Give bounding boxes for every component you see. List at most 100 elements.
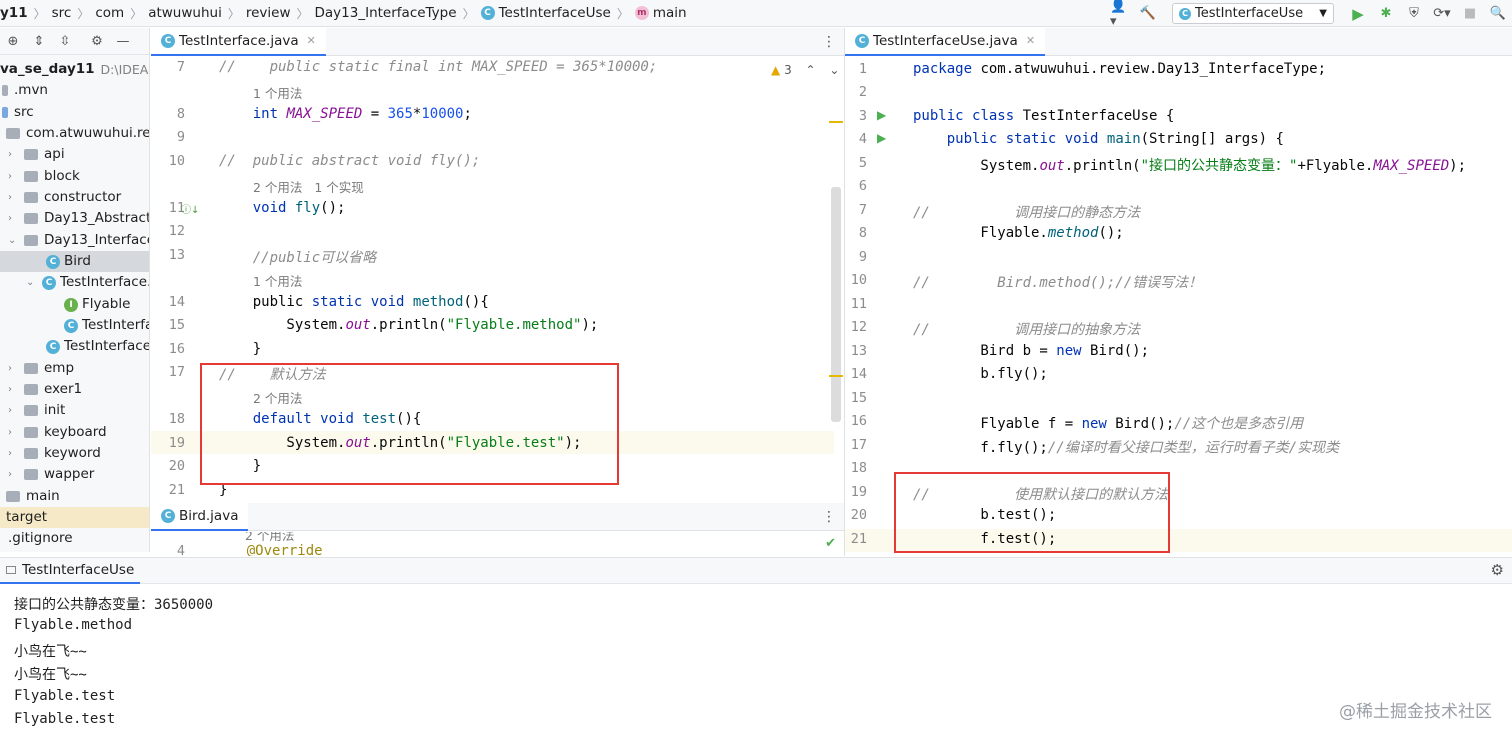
usage-hint[interactable]: 1 个用法 <box>253 83 302 102</box>
code-line: // 默认方法 <box>219 367 326 383</box>
chevron-right-icon[interactable]: › <box>8 358 18 379</box>
bird-editor-code[interactable]: 2 个用法 4 @Override ✔ <box>151 532 844 556</box>
chevron-right-icon[interactable]: › <box>8 400 18 421</box>
tree-label: keyboard <box>44 424 107 440</box>
tree-item-keyword[interactable]: › keyword <box>8 443 101 464</box>
line-number: 10 <box>850 272 867 288</box>
breadcrumb-class[interactable]: TestInterfaceUse <box>499 5 611 21</box>
tab-bird-java[interactable]: C Bird.java <box>151 502 249 531</box>
tree-item-flyable[interactable]: I Flyable <box>64 294 130 315</box>
more-options-icon[interactable]: ⋮ <box>822 34 836 50</box>
close-icon[interactable]: ✕ <box>307 34 316 47</box>
line-number: 14 <box>168 294 185 310</box>
line-number: 11 <box>850 296 867 312</box>
tree-item-exer1[interactable]: › exer1 <box>8 379 82 400</box>
gear-icon[interactable]: ⚙ <box>88 31 106 51</box>
hide-icon[interactable]: — <box>114 31 132 51</box>
tree-item-gitignore[interactable]: .gitignore <box>2 528 73 549</box>
stop-icon[interactable]: ■ <box>1460 4 1480 24</box>
tree-item-constructor[interactable]: › constructor <box>8 187 121 208</box>
scrollbar[interactable] <box>831 187 841 422</box>
tree-item-api[interactable]: › api <box>8 144 65 165</box>
tree-item-testinterfaceuse[interactable]: C TestInterfaceU <box>46 336 149 357</box>
tree-label: constructor <box>44 189 122 205</box>
line-number: 20 <box>168 458 185 474</box>
line-number: 14 <box>850 366 867 382</box>
breadcrumb-atwuwuhui[interactable]: atwuwuhui <box>148 5 222 21</box>
chevron-right-icon[interactable]: › <box>8 208 18 229</box>
tree-item-project[interactable]: va_se_day11 D:\IDEA20 <box>0 59 149 80</box>
chevron-down-icon[interactable]: ⌄ <box>829 63 839 77</box>
tree-item-day13-interface[interactable]: ⌄ Day13_InterfaceT <box>8 230 149 251</box>
inspection-widget[interactable]: ▲ 3 ⌃ ⌄ <box>771 63 839 77</box>
chevron-down-icon[interactable]: ⌄ <box>26 272 36 293</box>
build-hammer-icon[interactable]: 🔨 <box>1138 4 1158 24</box>
run-gutter-icon[interactable]: ▶ <box>877 131 886 145</box>
chevron-up-icon[interactable]: ⌃ <box>806 63 816 77</box>
chevron-right-icon[interactable]: › <box>8 464 18 485</box>
chevron-right-icon[interactable]: › <box>8 422 18 443</box>
tree-item-testinterfa[interactable]: C TestInterfa <box>64 315 149 336</box>
tree-item-main[interactable]: main <box>6 486 60 507</box>
tree-item-package-root[interactable]: com.atwuwuhui.revi <box>6 123 149 144</box>
locate-file-icon[interactable]: ⊕ <box>4 31 22 51</box>
code-line-package: package com.atwuwuhui.review.Day13_Inter… <box>913 61 1327 77</box>
console-output-line: Flyable.test <box>14 688 116 704</box>
usage-hint[interactable]: 2 个用法 1 个实现 <box>253 177 364 196</box>
tree-item-block[interactable]: › block <box>8 166 80 187</box>
tab-testinterface-java[interactable]: C TestInterface.java ✕ <box>151 27 326 56</box>
close-icon[interactable]: ✕ <box>1026 34 1035 47</box>
tree-item-bird[interactable]: C Bird <box>0 251 149 272</box>
expand-all-icon[interactable]: ⇕ <box>30 31 48 51</box>
run-gutter-icon[interactable]: ▶ <box>877 108 886 122</box>
tree-label: Day13_AbstractT <box>44 210 150 226</box>
tree-item-keyboard[interactable]: › keyboard <box>8 422 107 443</box>
tree-item-target[interactable]: target <box>0 507 149 528</box>
navigation-bar: y11 〉 src 〉 com 〉 atwuwuhui 〉 review 〉 Day13_… <box>0 0 1512 29</box>
chevron-right-icon[interactable]: › <box>8 443 18 464</box>
tree-item-init[interactable]: › init <box>8 400 65 421</box>
breadcrumb-project[interactable]: y11 <box>0 5 28 21</box>
chevron-right-icon[interactable]: › <box>8 187 18 208</box>
tree-label: .mvn <box>14 82 48 98</box>
tree-item-wapper[interactable]: › wapper <box>8 464 94 485</box>
coverage-icon[interactable]: ⛨ <box>1404 4 1424 24</box>
breadcrumb-method[interactable]: main <box>653 5 687 21</box>
tree-item-src[interactable]: src <box>2 102 34 123</box>
line-number: 15 <box>168 317 185 333</box>
tree-item-testinterface[interactable]: ⌄ C TestInterface. <box>26 272 149 293</box>
usage-hint[interactable]: 2 个用法 <box>253 388 302 407</box>
chevron-right-icon[interactable]: › <box>8 379 18 400</box>
debug-icon[interactable]: ✱ <box>1376 4 1396 24</box>
collapse-all-icon[interactable]: ⇳ <box>56 31 74 51</box>
implemented-gutter-icon[interactable]: ⓘ↓ <box>181 201 199 216</box>
more-options-icon[interactable]: ⋮ <box>822 509 836 525</box>
usage-hint[interactable]: 1 个用法 <box>253 271 302 290</box>
class-icon: C <box>480 6 495 20</box>
code-line: } <box>219 341 262 357</box>
user-icon[interactable]: 👤▾ <box>1110 0 1130 29</box>
chevron-right-icon[interactable]: › <box>8 144 18 165</box>
code-line: // 使用默认接口的默认方法 <box>913 487 1169 503</box>
run-icon[interactable]: ▶ <box>1348 4 1368 24</box>
tree-item-emp[interactable]: › emp <box>8 358 74 379</box>
breadcrumb-com[interactable]: com <box>95 5 124 21</box>
tree-item-mvn[interactable]: .mvn <box>2 80 48 101</box>
breadcrumb-package[interactable]: Day13_InterfaceType <box>315 5 457 21</box>
code-line: //public可以省略 <box>219 250 377 266</box>
chevron-right-icon[interactable]: › <box>8 166 18 187</box>
breadcrumb-review[interactable]: review <box>246 5 291 21</box>
tab-run-testinterfaceuse[interactable]: TestInterfaceUse <box>0 558 141 584</box>
run-configuration-select[interactable]: C TestInterfaceUse ▼ <box>1172 3 1334 24</box>
tree-label: Flyable <box>82 296 131 312</box>
right-editor-code[interactable]: ▶ ▶ 1 package com.atwuwuhui.review.Day13… <box>845 57 1512 556</box>
chevron-down-icon[interactable]: ⌄ <box>8 230 18 251</box>
line-number: 16 <box>168 341 185 357</box>
search-icon[interactable]: 🔍 <box>1488 4 1508 24</box>
tab-testinterfaceuse-java[interactable]: C TestInterfaceUse.java ✕ <box>845 27 1046 56</box>
tree-item-day13-abstract[interactable]: › Day13_AbstractT <box>8 208 150 229</box>
gear-icon[interactable]: ⚙ <box>1491 561 1504 579</box>
profile-icon[interactable]: ⟳▾ <box>1432 4 1452 24</box>
left-editor-code[interactable]: ▲ 3 ⌃ ⌄ 7 // public static final int MAX… <box>151 57 844 500</box>
breadcrumb-src[interactable]: src <box>52 5 72 21</box>
